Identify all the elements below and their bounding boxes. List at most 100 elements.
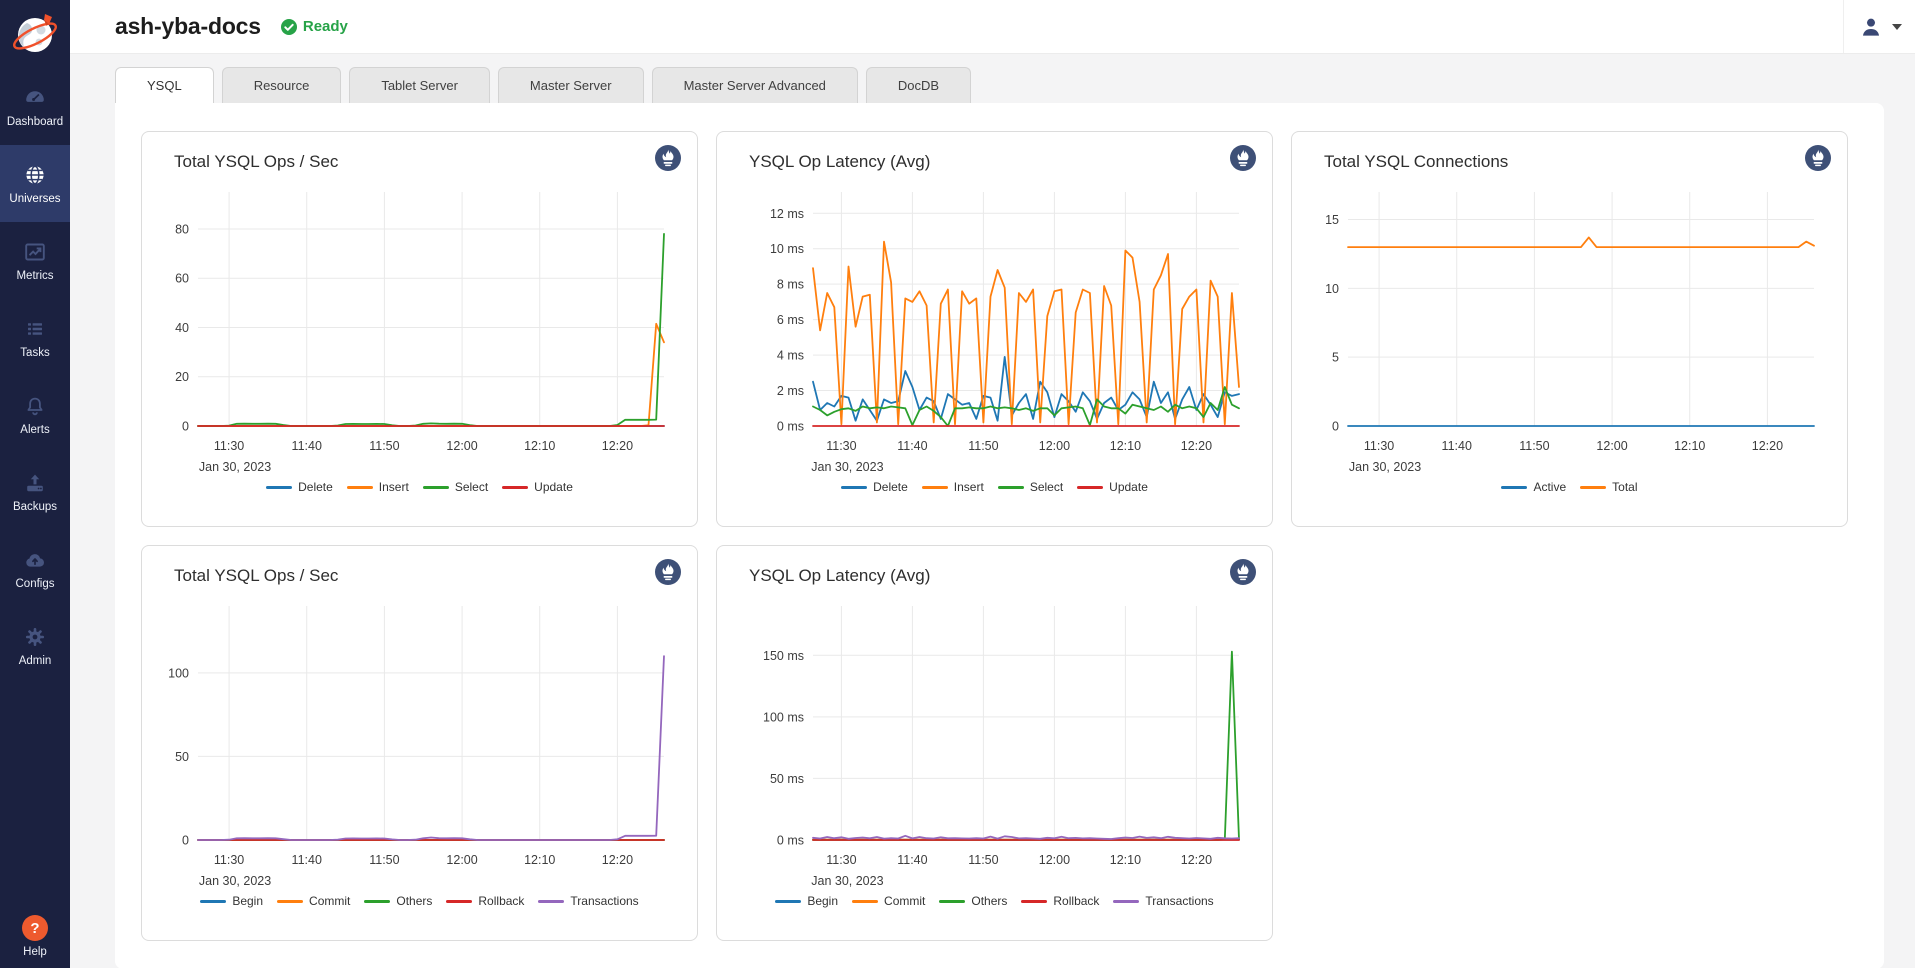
sidebar-item-universes[interactable]: Universes (0, 145, 70, 222)
sidebar-item-tasks[interactable]: Tasks (0, 299, 70, 376)
chart-title: Total YSQL Ops / Sec (174, 152, 681, 172)
grid-lines (198, 192, 664, 426)
grid-lines (198, 606, 664, 840)
legend-item-update[interactable]: Update (1077, 480, 1148, 494)
date-label: Jan 30, 2023 (811, 460, 883, 474)
prometheus-icon[interactable] (1805, 145, 1831, 176)
sidebar-item-admin[interactable]: Admin (0, 607, 70, 684)
legend-item-begin[interactable]: Begin (200, 894, 263, 908)
prometheus-icon[interactable] (655, 145, 681, 176)
sidebar-item-label: Universes (9, 193, 60, 205)
legend-swatch (277, 900, 303, 903)
legend-item-total[interactable]: Total (1580, 480, 1637, 494)
tab-docdb[interactable]: DocDB (866, 67, 971, 103)
svg-text:12:20: 12:20 (602, 439, 633, 453)
svg-text:15: 15 (1325, 213, 1339, 227)
svg-text:12:20: 12:20 (1181, 439, 1212, 453)
sidebar-item-label: Help (23, 946, 47, 958)
svg-text:11:30: 11:30 (826, 439, 856, 453)
admin-icon (23, 625, 47, 649)
svg-text:0 ms: 0 ms (777, 834, 804, 848)
legend-item-delete[interactable]: Delete (841, 480, 908, 494)
prometheus-icon[interactable] (1230, 145, 1256, 176)
legend-swatch (502, 486, 528, 489)
chart-panel-total-ysql-ops-sec-1: Total YSQL Ops / Sec 02040608011:3011:40… (141, 131, 698, 527)
chart-title: Total YSQL Connections (1324, 152, 1831, 172)
yugabyte-logo[interactable] (0, 0, 70, 68)
svg-text:20: 20 (175, 370, 189, 384)
svg-text:11:40: 11:40 (292, 439, 322, 453)
svg-text:0: 0 (1332, 420, 1339, 434)
legend-item-insert[interactable]: Insert (347, 480, 409, 494)
svg-text:11:30: 11:30 (1364, 439, 1394, 453)
legend-label: Others (971, 894, 1007, 908)
grid-lines (813, 192, 1239, 426)
svg-text:10 ms: 10 ms (770, 242, 804, 256)
status-label: Ready (303, 18, 348, 35)
tasks-icon (23, 317, 47, 341)
legend-swatch (1113, 900, 1139, 903)
prometheus-icon[interactable] (1230, 559, 1256, 590)
legend-item-active[interactable]: Active (1501, 480, 1566, 494)
universes-icon (23, 163, 47, 187)
svg-text:11:40: 11:40 (292, 853, 322, 867)
tab-ysql[interactable]: YSQL (115, 67, 214, 103)
legend-item-rollback[interactable]: Rollback (446, 894, 524, 908)
sidebar-item-label: Tasks (20, 347, 49, 359)
svg-text:12:10: 12:10 (524, 439, 555, 453)
x-axis-labels: 11:3011:4011:5012:0012:1012:20Jan 30, 20… (811, 439, 1212, 474)
legend-item-delete[interactable]: Delete (266, 480, 333, 494)
user-menu[interactable] (1843, 0, 1915, 53)
sidebar-item-dashboard[interactable]: Dashboard (0, 68, 70, 145)
legend-swatch (200, 900, 226, 903)
chart-panel-total-ysql-connections-3: Total YSQL Connections 05101511:3011:401… (1291, 131, 1848, 527)
y-axis-labels: 020406080 (175, 222, 189, 433)
legend-item-rollback[interactable]: Rollback (1021, 894, 1099, 908)
svg-text:12:10: 12:10 (1110, 439, 1141, 453)
legend-label: Delete (298, 480, 333, 494)
svg-text:12:00: 12:00 (1596, 439, 1627, 453)
series-line-insert (198, 324, 664, 426)
svg-text:12:10: 12:10 (1110, 853, 1141, 867)
legend-item-transactions[interactable]: Transactions (538, 894, 638, 908)
svg-text:11:50: 11:50 (968, 853, 998, 867)
tab-master-server[interactable]: Master Server (498, 67, 644, 103)
svg-text:0 ms: 0 ms (777, 420, 804, 434)
svg-text:11:40: 11:40 (897, 439, 927, 453)
legend-item-select[interactable]: Select (998, 480, 1063, 494)
svg-text:11:50: 11:50 (968, 439, 998, 453)
grid-lines (1348, 192, 1814, 426)
legend-item-select[interactable]: Select (423, 480, 488, 494)
sidebar-item-metrics[interactable]: Metrics (0, 222, 70, 299)
legend-swatch (922, 486, 948, 489)
chevron-down-icon (1892, 24, 1902, 30)
svg-text:8 ms: 8 ms (777, 278, 804, 292)
tab-master-server-advanced[interactable]: Master Server Advanced (652, 67, 858, 103)
legend-swatch (423, 486, 449, 489)
sidebar-item-help[interactable]: ? Help (0, 915, 70, 958)
legend-item-others[interactable]: Others (939, 894, 1007, 908)
tab-tablet-server[interactable]: Tablet Server (349, 67, 490, 103)
legend-item-update[interactable]: Update (502, 480, 573, 494)
legend-swatch (364, 900, 390, 903)
sidebar-nav: Dashboard Universes Metrics Tasks AlertsBack… (0, 68, 70, 684)
legend-item-insert[interactable]: Insert (922, 480, 984, 494)
chart-row-1: Total YSQL Ops / Sec 020406080 11:30 11:40… (141, 131, 1858, 527)
legend-item-commit[interactable]: Commit (277, 894, 350, 908)
legend-item-commit[interactable]: Commit (852, 894, 925, 908)
sidebar-item-configs[interactable]: Configs (0, 530, 70, 607)
tab-resource[interactable]: Resource (222, 67, 342, 103)
sidebar-item-alerts[interactable]: Alerts (0, 376, 70, 453)
legend-swatch (347, 486, 373, 489)
svg-text:11:40: 11:40 (1442, 439, 1472, 453)
sidebar-item-backups[interactable]: Backups (0, 453, 70, 530)
legend-swatch (446, 900, 472, 903)
chart-title: Total YSQL Ops / Sec (174, 566, 681, 586)
legend-swatch (266, 486, 292, 489)
legend-item-others[interactable]: Others (364, 894, 432, 908)
svg-text:12:00: 12:00 (1039, 853, 1070, 867)
legend-swatch (1501, 486, 1527, 489)
legend-item-transactions[interactable]: Transactions (1113, 894, 1213, 908)
legend-item-begin[interactable]: Begin (775, 894, 838, 908)
prometheus-icon[interactable] (655, 559, 681, 590)
